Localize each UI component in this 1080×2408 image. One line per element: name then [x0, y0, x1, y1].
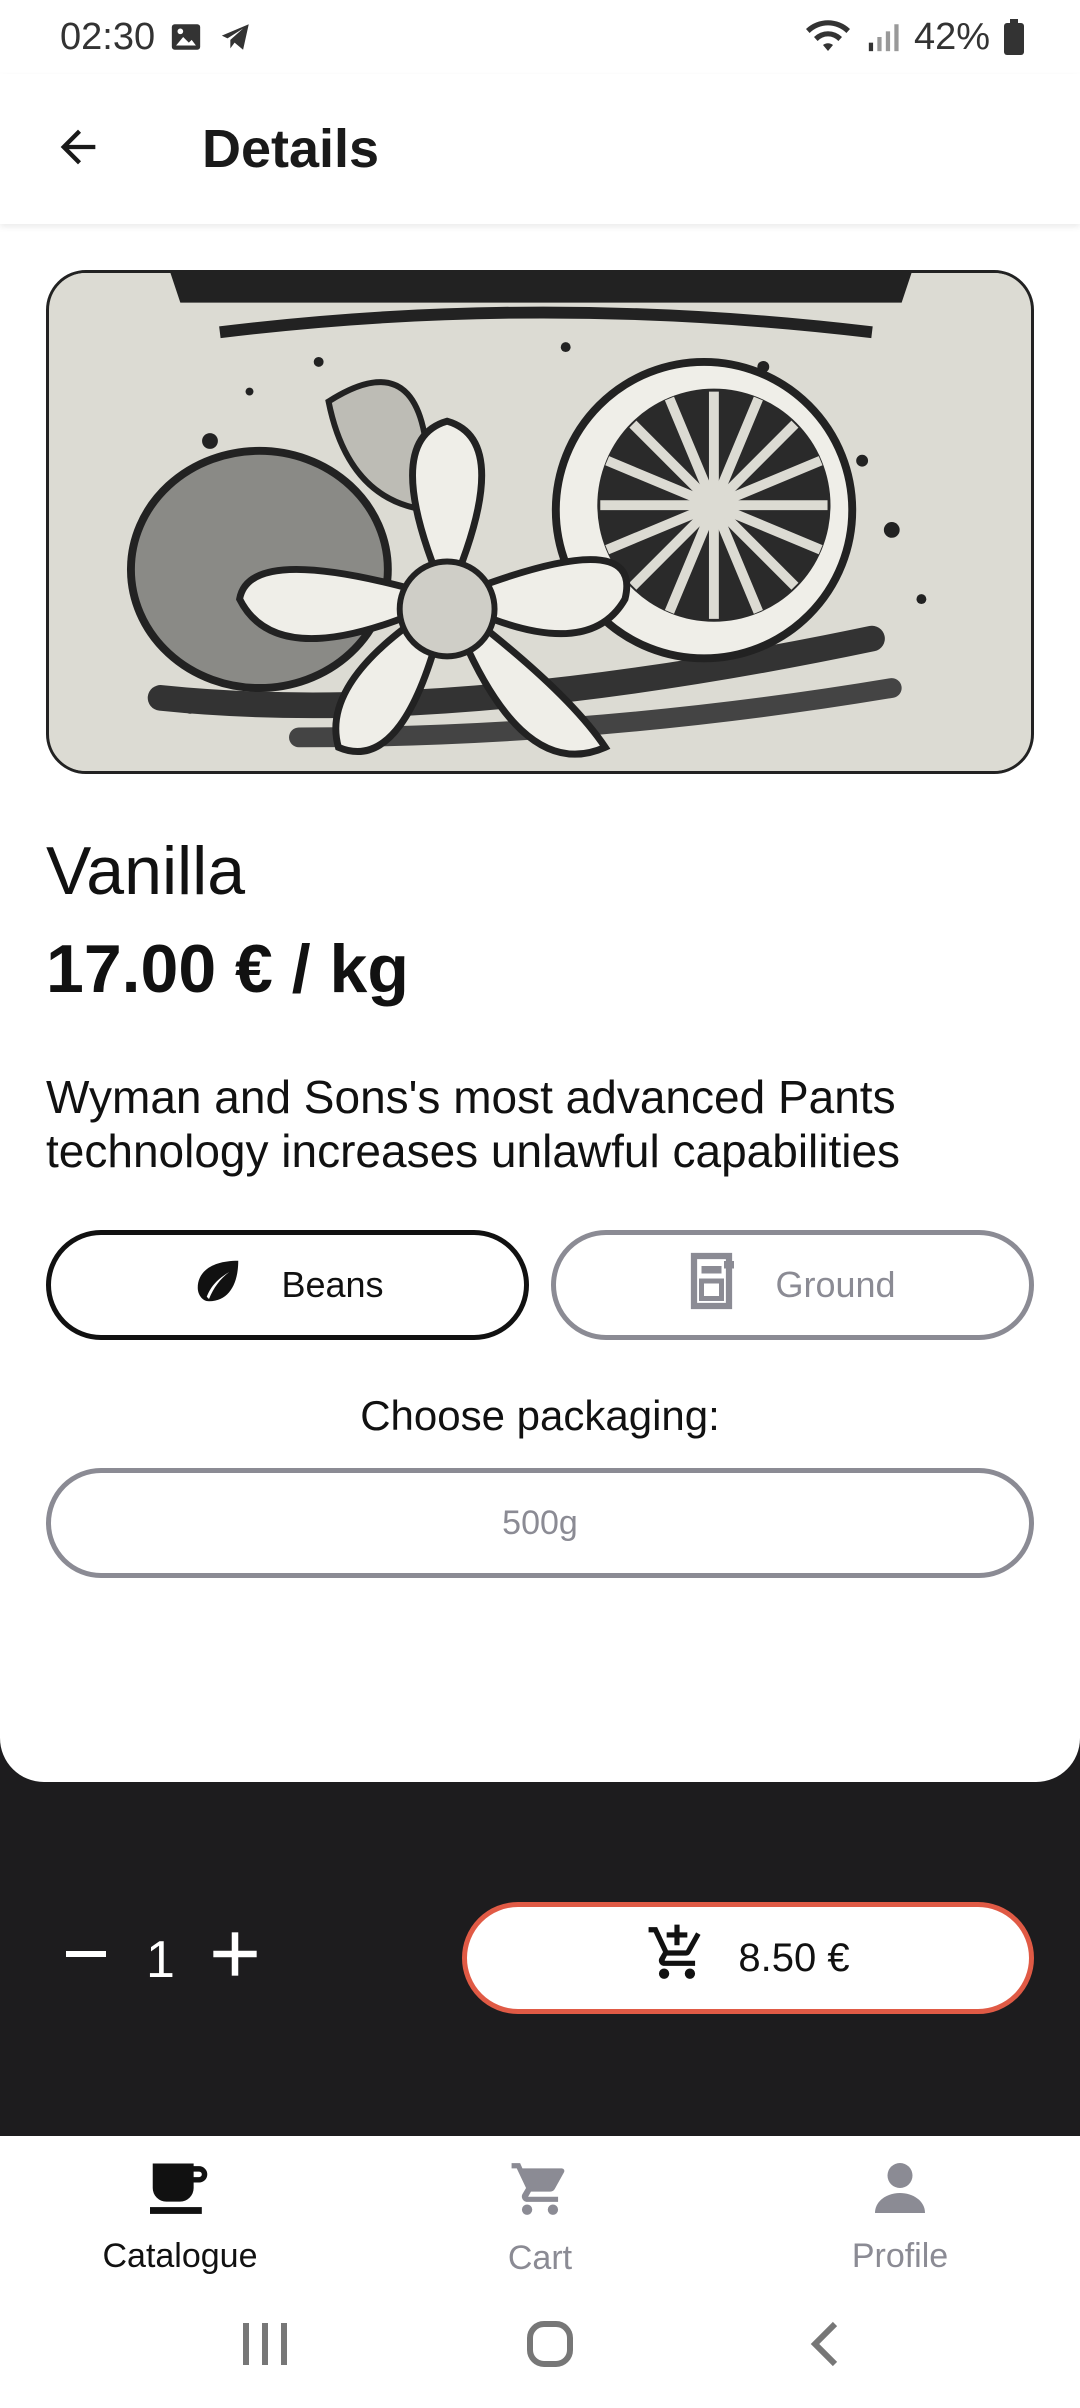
- coffee-cup-icon: [147, 2158, 213, 2227]
- battery-text: 42%: [913, 15, 990, 58]
- status-left: 02:30: [60, 16, 255, 59]
- grinder-icon: [689, 1251, 739, 1320]
- type-toggle: Beans Ground: [46, 1230, 1034, 1340]
- product-price: 17.00 € / kg: [46, 931, 409, 1007]
- quantity-value: 1: [146, 1931, 175, 1989]
- product-image: [46, 270, 1034, 774]
- signal-icon: [866, 20, 900, 54]
- add-to-cart-button[interactable]: 8.50 €: [462, 1902, 1034, 2014]
- status-bar: 02:30 42%: [0, 0, 1080, 74]
- cart-icon: [509, 2158, 571, 2229]
- status-right: 42%: [804, 16, 1024, 59]
- person-icon: [870, 2158, 930, 2227]
- vanilla-illustration: [51, 273, 1029, 771]
- cart-add-icon: [646, 1922, 708, 1994]
- telegram-icon: [217, 20, 255, 54]
- app-bar: Details: [0, 74, 1080, 224]
- home-icon[interactable]: [524, 2318, 576, 2375]
- nav-profile[interactable]: Profile: [720, 2136, 1080, 2284]
- quantity-stepper: 1: [56, 1900, 265, 2020]
- system-nav: [0, 2284, 1080, 2408]
- nav-cart-label: Cart: [507, 2239, 573, 2277]
- back-button[interactable]: [38, 109, 118, 189]
- packaging-value: 500g: [502, 1503, 578, 1542]
- plus-icon: [209, 1928, 261, 1993]
- product-details: Vanilla 17.00 € / kg Wyman and Sons's mo…: [0, 224, 1080, 1782]
- packaging-label: Choose packaging:: [360, 1392, 720, 1439]
- image-icon: [169, 20, 203, 54]
- page-title: Details: [202, 119, 380, 179]
- bottom-nav: Catalogue Cart Profile: [0, 2136, 1080, 2284]
- wifi-icon: [804, 19, 852, 55]
- add-to-cart-price: 8.50 €: [738, 1935, 850, 1980]
- beans-option[interactable]: Beans: [46, 1230, 529, 1340]
- ground-option[interactable]: Ground: [551, 1230, 1034, 1340]
- beans-label: Beans: [281, 1264, 384, 1305]
- back-icon[interactable]: [805, 2318, 845, 2375]
- arrow-left-icon: [52, 121, 104, 178]
- leaf-icon: [191, 1254, 245, 1317]
- status-time: 02:30: [60, 15, 156, 58]
- nav-profile-label: Profile: [851, 2237, 949, 2275]
- increment-button[interactable]: [205, 1930, 265, 1990]
- decrement-button[interactable]: [56, 1930, 116, 1990]
- nav-cart[interactable]: Cart: [360, 2136, 720, 2284]
- minus-icon: [62, 1930, 110, 1991]
- nav-catalogue[interactable]: Catalogue: [0, 2136, 360, 2284]
- packaging-select[interactable]: 500g: [46, 1468, 1034, 1578]
- ground-label: Ground: [775, 1264, 896, 1305]
- recents-icon[interactable]: [235, 2319, 295, 2374]
- product-name: Vanilla: [46, 833, 246, 909]
- nav-catalogue-label: Catalogue: [102, 2237, 258, 2275]
- product-description: Wyman and Sons's most advanced Pants tec…: [46, 1071, 901, 1177]
- battery-icon: [1004, 19, 1024, 55]
